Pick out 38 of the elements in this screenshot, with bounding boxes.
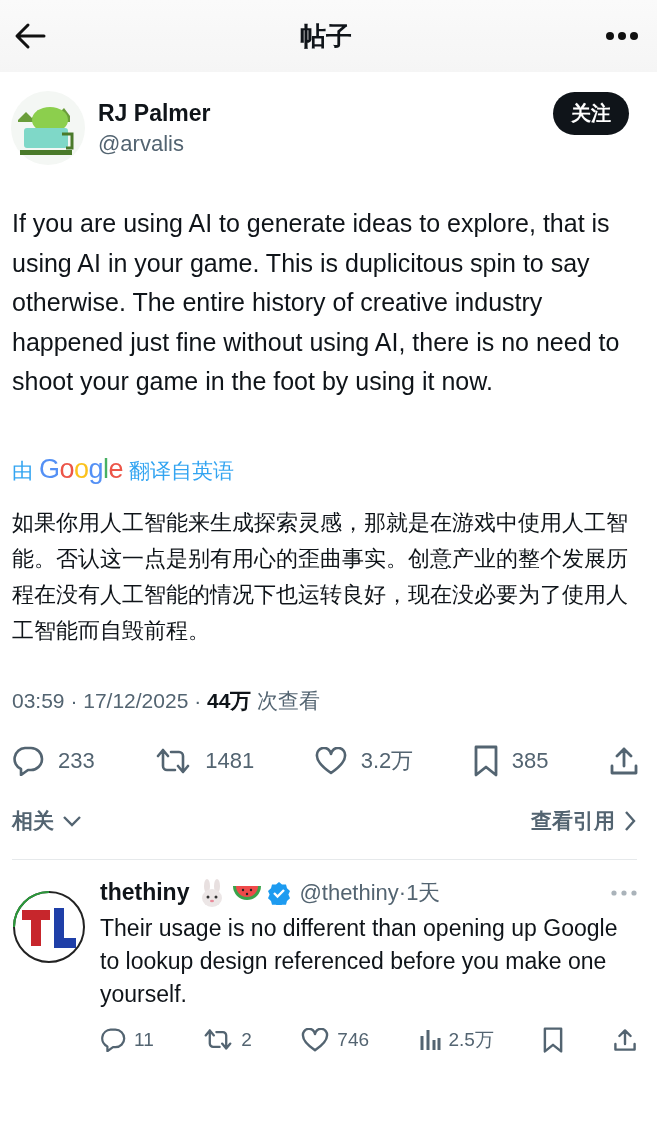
action-count: 1481 (205, 747, 255, 774)
page-title: 帖子 (299, 19, 352, 53)
more-icon[interactable] (605, 31, 639, 41)
action-count: 2.5万 (448, 1027, 494, 1052)
action-count: 3.2万 (360, 746, 414, 775)
like-icon[interactable] (314, 746, 347, 775)
post-meta: 03:59 · 17/12/2025 · 44万 次查看 (12, 687, 322, 714)
author-handle[interactable]: @arvalis (98, 130, 541, 157)
google-logo: Google (39, 453, 124, 485)
action-count: 2 (241, 1028, 252, 1051)
translation-prefix: 由 (12, 457, 33, 484)
follow-button[interactable]: 关注 (553, 92, 629, 135)
reply-icon[interactable] (12, 745, 44, 776)
action-count: 746 (337, 1028, 369, 1051)
view-quotes-link[interactable]: 查看引用 (531, 806, 637, 835)
views-icon[interactable] (418, 1027, 441, 1052)
repost-icon[interactable] (155, 746, 192, 775)
reply-author-name[interactable]: thethiny (100, 879, 190, 906)
action-count: 385 (511, 747, 549, 774)
back-icon[interactable] (14, 22, 46, 50)
related-tab[interactable]: 相关 (12, 806, 82, 835)
bookmark-icon[interactable] (543, 1026, 564, 1053)
author-name[interactable]: RJ Palmer (98, 99, 541, 127)
bookmark-icon[interactable] (473, 744, 498, 777)
reply-icon[interactable] (100, 1027, 126, 1052)
repost-icon[interactable] (203, 1028, 234, 1051)
post-text: If you are using AI to generate ideas to explore, that is using AI in your game. This is duplicitous spin to say otherwise. The entire history of creative industry happened just fine without using AI, there is no need to shoot your game in the foot by using it now. (12, 208, 621, 397)
translated-text: 如果你用人工智能来生成探索灵感，那就是在游戏中使用人工智能。否认这一点是别有用心的歪曲事实。创意产业的整个发展历程在没有人工智能的情况下也运转良好，现在没必要为了使用人工智能而自毁前程。 (12, 508, 629, 645)
reply-handle: @thethiny·1天 (299, 878, 441, 907)
reply-text: Their usage is no different than opening up Google to lookup design referenced before you make one yourself. (100, 913, 619, 1009)
translation-label: 翻译自英语 (129, 457, 235, 484)
share-icon[interactable] (609, 745, 639, 776)
chevron-down-icon (62, 814, 82, 827)
like-icon[interactable] (301, 1027, 330, 1052)
action-count: 11 (134, 1028, 154, 1051)
chevron-right-icon (623, 809, 637, 832)
action-count: 233 (58, 747, 95, 774)
share-icon[interactable] (612, 1026, 637, 1053)
